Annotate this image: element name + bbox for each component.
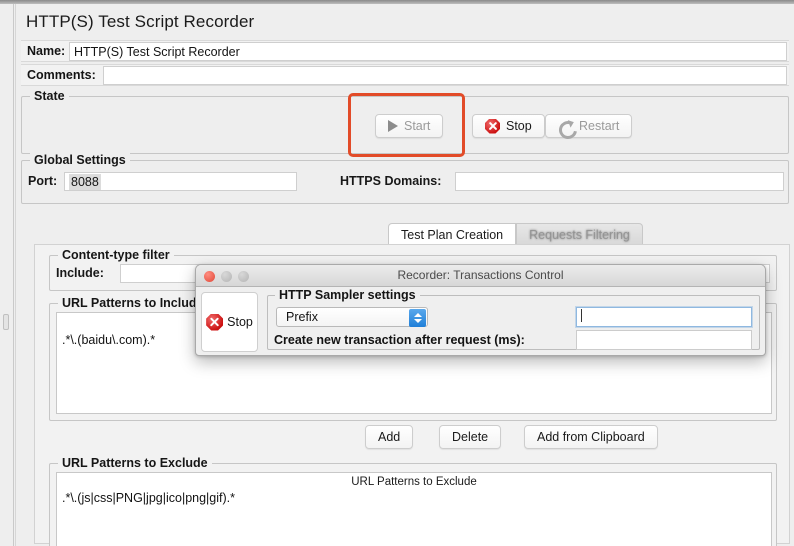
http-sampler-settings-title: HTTP Sampler settings xyxy=(275,288,420,302)
play-icon xyxy=(388,120,398,132)
tab-requests-filtering-label: Requests Filtering xyxy=(529,227,630,242)
chevron-updown-icon[interactable] xyxy=(409,309,426,327)
add-from-clipboard-label: Add from Clipboard xyxy=(537,430,645,444)
url-exclude-title: URL Patterns to Exclude xyxy=(58,456,212,470)
global-settings-title: Global Settings xyxy=(30,153,130,167)
naming-mode-value: Prefix xyxy=(286,310,318,324)
add-from-clipboard-button[interactable]: Add from Clipboard xyxy=(524,425,658,449)
splitter-grip[interactable] xyxy=(3,314,9,330)
start-button[interactable]: Start xyxy=(375,114,444,138)
page-title: HTTP(S) Test Script Recorder xyxy=(26,12,255,31)
url-exclude-group: URL Patterns to Exclude URL Patterns to … xyxy=(49,456,777,546)
tab-test-plan-creation[interactable]: Test Plan Creation xyxy=(388,223,517,245)
name-label: Name: xyxy=(27,44,66,58)
restart-button-label: Restart xyxy=(579,119,620,133)
transaction-interval-input[interactable] xyxy=(576,330,752,350)
port-label: Port: xyxy=(28,174,58,188)
https-domains-input[interactable] xyxy=(455,172,784,191)
content-type-filter-title: Content-type filter xyxy=(58,248,174,262)
naming-mode-combobox[interactable]: Prefix xyxy=(276,307,428,327)
name-input[interactable]: HTTP(S) Test Script Recorder xyxy=(69,42,787,61)
stop-icon xyxy=(485,118,500,134)
http-sampler-settings-group: HTTP Sampler settings Prefix Create new … xyxy=(267,288,760,350)
port-input-value: 8088 xyxy=(69,174,101,190)
global-settings-group: Global Settings Port: 8088 HTTPS Domains… xyxy=(21,153,789,204)
delete-button[interactable]: Delete xyxy=(439,425,502,449)
prefix-input[interactable] xyxy=(576,307,752,327)
add-button[interactable]: Add xyxy=(365,425,414,449)
transactions-control-dialog[interactable]: Recorder: Transactions Control Stop HTTP… xyxy=(195,264,766,356)
app-window: HTTP(S) Test Script Recorder Name: HTTP(… xyxy=(0,0,794,546)
restart-icon xyxy=(558,119,573,134)
https-domains-label: HTTPS Domains: xyxy=(340,174,442,188)
comments-label: Comments: xyxy=(27,68,96,82)
url-exclude-column-header: URL Patterns to Exclude xyxy=(351,476,477,488)
name-row: Name: HTTP(S) Test Script Recorder xyxy=(21,40,789,62)
add-button-label: Add xyxy=(378,430,401,444)
tab-test-plan-creation-label: Test Plan Creation xyxy=(401,227,504,242)
stop-button[interactable]: Stop xyxy=(472,114,545,138)
tab-requests-filtering[interactable]: Requests Filtering xyxy=(516,223,643,245)
text-caret xyxy=(581,309,582,322)
comments-input[interactable] xyxy=(103,66,787,85)
chevron-up-icon xyxy=(413,313,422,317)
start-button-label: Start xyxy=(404,119,431,133)
stop-button-label: Stop xyxy=(506,119,532,133)
delete-button-label: Delete xyxy=(452,430,489,444)
include-label: Include: xyxy=(56,266,104,280)
dialog-title: Recorder: Transactions Control xyxy=(397,268,564,282)
url-include-title: URL Patterns to Include xyxy=(58,296,208,310)
url-exclude-table[interactable]: URL Patterns to Exclude .*\.(js|css|PNG|… xyxy=(56,472,772,546)
name-input-value: HTTP(S) Test Script Recorder xyxy=(74,45,240,59)
dialog-stop-button[interactable]: Stop xyxy=(201,292,258,352)
port-input[interactable]: 8088 xyxy=(64,172,297,191)
dialog-titlebar[interactable]: Recorder: Transactions Control xyxy=(196,265,765,287)
table-row[interactable]: .*\.(js|css|PNG|jpg|ico|png|gif).* xyxy=(57,489,771,507)
restart-button[interactable]: Restart xyxy=(545,114,633,138)
transaction-interval-label: Create new transaction after request (ms… xyxy=(274,333,525,347)
state-group-title: State xyxy=(30,89,69,103)
left-splitter[interactable] xyxy=(0,4,14,546)
chevron-down-icon xyxy=(413,319,422,323)
state-group: State Start Stop Restart xyxy=(21,89,789,154)
tab-strip: Test Plan Creation Requests Filtering xyxy=(388,223,643,245)
stop-icon xyxy=(206,313,224,331)
dialog-stop-label: Stop xyxy=(227,315,253,329)
comments-row: Comments: xyxy=(21,64,789,86)
